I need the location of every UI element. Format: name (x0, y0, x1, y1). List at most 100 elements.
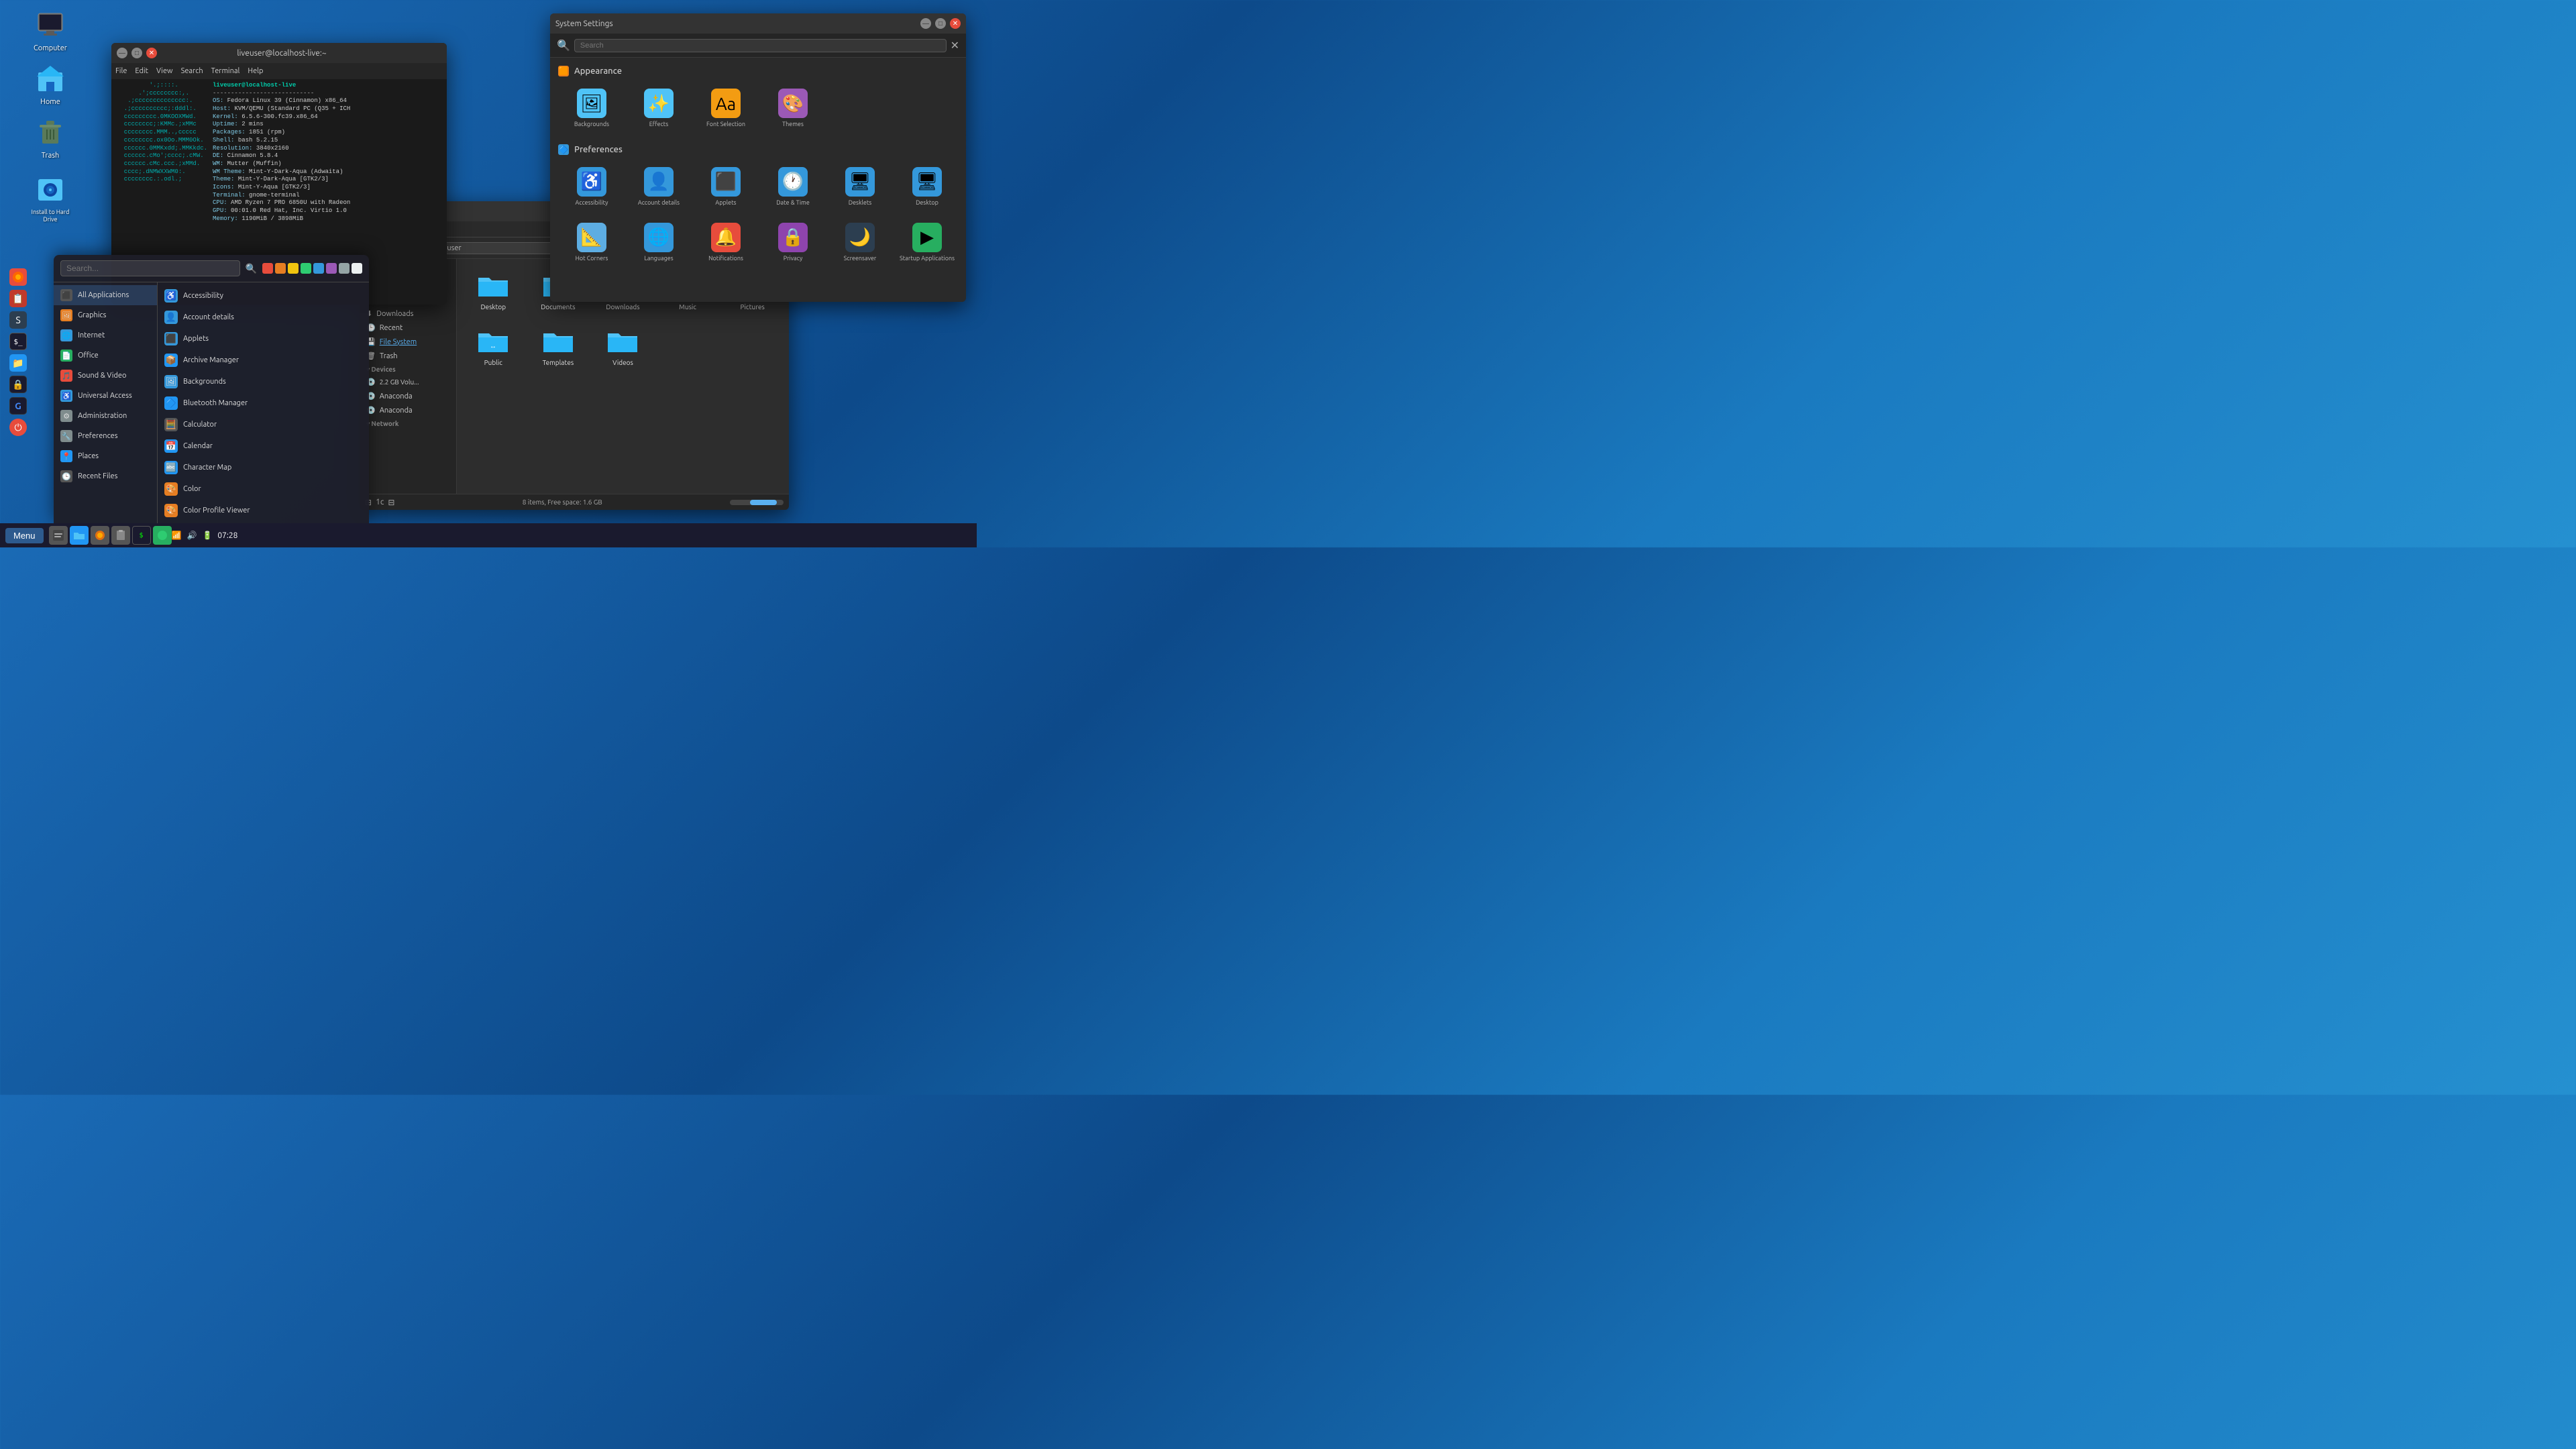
ss-desklets-icon: 🖥 (845, 167, 875, 197)
fm-sidebar-anaconda1[interactable]: 💿 Anaconda (360, 389, 456, 403)
fm-folder-templates[interactable]: Templates (530, 323, 587, 370)
sidebar-firefox-icon[interactable] (9, 268, 27, 286)
ss-item-themes[interactable]: 🎨 Themes (762, 83, 824, 133)
desktop-icon-home[interactable]: Home (23, 60, 77, 109)
ss-close-btn[interactable]: ✕ (950, 18, 961, 29)
app-item-bluetooth[interactable]: 🔷 Bluetooth Manager (158, 392, 369, 414)
terminal-menu-view[interactable]: View (156, 67, 173, 75)
taskbar-menu-button[interactable]: Menu (5, 528, 44, 543)
fm-sidebar-filesystem[interactable]: 💾 File System (360, 335, 456, 349)
fm-zoom-slider[interactable] (730, 500, 784, 505)
cat-preferences[interactable]: 🔧 Preferences (54, 426, 157, 446)
ss-item-desktop[interactable]: 🖥 Desktop (896, 162, 958, 212)
app-menu-search-input[interactable] (60, 260, 240, 276)
terminal-menu-terminal[interactable]: Terminal (211, 67, 240, 75)
app-item-archive-manager[interactable]: 📦 Archive Manager (158, 350, 369, 371)
sidebar-app3-icon[interactable]: S (9, 311, 27, 329)
ss-item-applets[interactable]: ⬛ Applets (695, 162, 757, 212)
taskbar-icon-files[interactable] (49, 526, 68, 545)
cat-internet[interactable]: 🌐 Internet (54, 325, 157, 345)
app-item-applets[interactable]: ⬛ Applets (158, 328, 369, 350)
ss-item-privacy[interactable]: 🔒 Privacy (762, 217, 824, 268)
app-item-color-profile[interactable]: 🎨 Color Profile Viewer (158, 500, 369, 521)
fm-statusbar-icon3[interactable]: ⊟ (388, 498, 394, 507)
app-item-backgrounds[interactable]: 🖼 Backgrounds (158, 371, 369, 392)
ss-search-icon: 🔍 (557, 39, 570, 52)
fm-statusbar-icon2[interactable]: 1c (376, 498, 384, 507)
taskbar-icon-app6[interactable] (153, 526, 172, 545)
taskbar-icon-firefox[interactable] (91, 526, 109, 545)
ss-item-hot-corners[interactable]: 📐 Hot Corners (561, 217, 623, 268)
cat-all-applications[interactable]: ⬛ All Applications (54, 285, 157, 305)
ss-search-input[interactable] (574, 39, 947, 52)
ss-preferences-section: 🔷 Preferences ♿ Accessibility 👤 Account … (558, 144, 958, 268)
cat-office[interactable]: 📄 Office (54, 345, 157, 366)
fm-folder-videos[interactable]: Videos (594, 323, 651, 370)
cat-recent-files[interactable]: 🕒 Recent Files (54, 466, 157, 486)
terminal-close-btn[interactable]: ✕ (146, 48, 157, 58)
taskbar-network-icon: 📶 (172, 531, 182, 540)
fm-sidebar-volume1[interactable]: 💿 2.2 GB Volu... (360, 375, 456, 389)
ss-maximize-btn[interactable]: □ (935, 18, 946, 29)
taskbar-icon-fm[interactable] (70, 526, 89, 545)
computer-icon (34, 9, 66, 42)
internet-icon: 🌐 (60, 329, 72, 341)
ss-privacy-icon: 🔒 (778, 223, 808, 252)
taskbar-icon-clipboard[interactable] (111, 526, 130, 545)
fm-devices-section-label: ▾ Devices (360, 363, 456, 375)
cat-graphics[interactable]: 🖼 Graphics (54, 305, 157, 325)
sidebar-google-icon[interactable]: G (9, 397, 27, 415)
taskbar-icon-terminal[interactable]: $ (132, 526, 151, 545)
sidebar-power-icon[interactable]: ⏻ (9, 419, 27, 436)
app-item-calendar[interactable]: 📅 Calendar (158, 435, 369, 457)
fm-sidebar-downloads[interactable]: ⬇ Downloads (360, 307, 456, 321)
ss-item-desklets[interactable]: 🖥 Desklets (829, 162, 891, 212)
app-item-character-map[interactable]: 🔤 Character Map (158, 457, 369, 478)
ss-item-font-selection[interactable]: Aa Font Selection (695, 83, 757, 133)
cat-places[interactable]: 📍 Places (54, 446, 157, 466)
fm-sidebar-anaconda2[interactable]: 💿 Anaconda (360, 403, 456, 417)
cat-administration[interactable]: ⚙ Administration (54, 406, 157, 426)
ss-datetime-icon: 🕐 (778, 167, 808, 197)
desktop-icon-trash[interactable]: Trash (23, 114, 77, 163)
office-icon: 📄 (60, 350, 72, 362)
ss-minimize-btn[interactable]: — (920, 18, 931, 29)
fm-sidebar-trash[interactable]: 🗑 Trash (360, 349, 456, 363)
ss-item-effects[interactable]: ✨ Effects (628, 83, 690, 133)
desktop-icon-install[interactable]: Install to Hard Drive (23, 171, 77, 226)
sidebar-app2-icon[interactable]: 📋 (9, 290, 27, 307)
ss-item-account-details[interactable]: 👤 Account details (628, 162, 690, 212)
cat-sound-video[interactable]: 🎵 Sound & Video (54, 366, 157, 386)
terminal-menu-edit[interactable]: Edit (135, 67, 148, 75)
app-item-calculator[interactable]: 🧮 Calculator (158, 414, 369, 435)
ss-item-startup-apps[interactable]: ▶ Startup Applications (896, 217, 958, 268)
fm-folder-public[interactable]: ↔ Public (465, 323, 522, 370)
terminal-maximize-btn[interactable]: □ (131, 48, 142, 58)
ss-backgrounds-icon: 🖼 (577, 89, 606, 118)
ss-item-languages[interactable]: 🌐 Languages (628, 217, 690, 268)
sidebar-terminal-icon[interactable]: $_ (9, 333, 27, 350)
sidebar-lock-icon[interactable]: 🔒 (9, 376, 27, 393)
taskbar-battery-icon: 🔋 (202, 531, 212, 540)
fm-sidebar-recent[interactable]: 🕒 Recent (360, 321, 456, 335)
ss-themes-icon: 🎨 (778, 89, 808, 118)
ss-item-screensaver[interactable]: 🌙 Screensaver (829, 217, 891, 268)
fm-folder-desktop[interactable]: Desktop (465, 267, 522, 315)
ss-item-datetime[interactable]: 🕐 Date & Time (762, 162, 824, 212)
terminal-menu-file[interactable]: File (115, 67, 127, 75)
ss-item-notifications[interactable]: 🔔 Notifications (695, 217, 757, 268)
terminal-minimize-btn[interactable]: — (117, 48, 127, 58)
app-item-color[interactable]: 🎨 Color (158, 478, 369, 500)
cat-universal-access[interactable]: ♿ Universal Access (54, 386, 157, 406)
terminal-menu-search[interactable]: Search (181, 67, 203, 75)
app-item-account-details[interactable]: 👤 Account details (158, 307, 369, 328)
desktop-folder-icon (476, 271, 511, 301)
sidebar-folder-icon[interactable]: 📁 (9, 354, 27, 372)
ss-item-accessibility[interactable]: ♿ Accessibility (561, 162, 623, 212)
fm-statusbar: ⊞ 1c ⊟ 8 items, Free space: 1.6 GB (360, 494, 789, 510)
terminal-menu-help[interactable]: Help (248, 67, 263, 75)
ss-item-backgrounds[interactable]: 🖼 Backgrounds (561, 83, 623, 133)
ss-search-clear-icon[interactable]: ✕ (951, 39, 959, 52)
desktop-icon-computer[interactable]: Computer (23, 7, 77, 56)
app-item-accessibility[interactable]: ♿ Accessibility (158, 285, 369, 307)
